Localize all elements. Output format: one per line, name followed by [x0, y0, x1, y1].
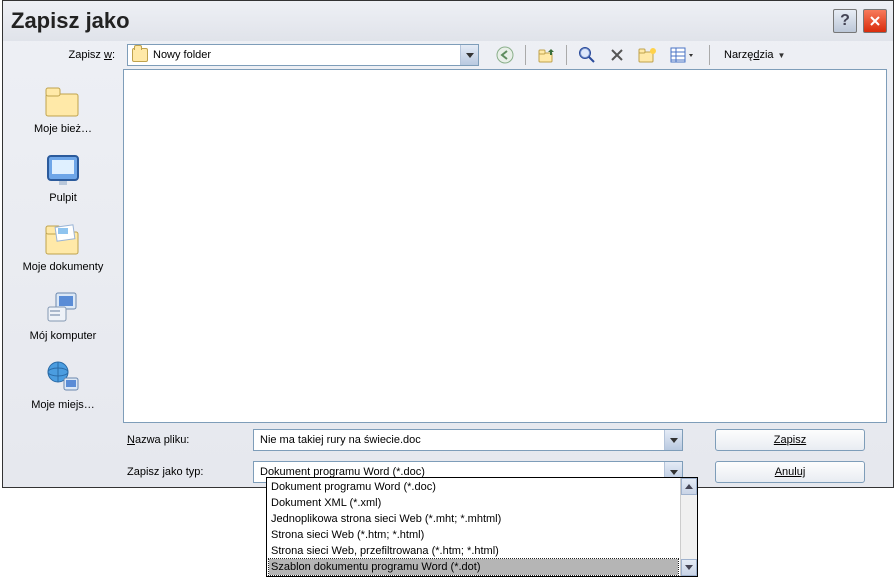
filename-label: Nazwa pliku: [123, 434, 253, 446]
close-button[interactable] [863, 9, 887, 33]
dialog-title: Zapisz jako [11, 8, 130, 34]
delete-button[interactable] [607, 45, 627, 65]
file-list[interactable] [123, 69, 887, 423]
chevron-down-icon[interactable] [460, 45, 478, 65]
scroll-down-button[interactable] [681, 559, 697, 576]
place-my-network[interactable]: Moje miejs… [9, 353, 117, 418]
up-one-level-button[interactable] [536, 45, 556, 65]
folder-icon [132, 48, 148, 62]
toolbar-icons: Narzędzia ▼ [495, 45, 789, 65]
place-my-documents[interactable]: Moje dokumenty [9, 215, 117, 280]
location-bar: Zapisz w: Nowy folder [3, 41, 893, 69]
places-bar: Moje bież… Pulpit Moje dokumenty Mój kom… [3, 69, 123, 487]
place-desktop[interactable]: Pulpit [9, 146, 117, 211]
titlebar: Zapisz jako ? [3, 1, 893, 41]
save-as-dialog: Zapisz jako ? Zapisz w: Nowy folder [2, 0, 894, 488]
chevron-down-icon[interactable] [664, 430, 682, 450]
listbox-scrollbar[interactable] [680, 478, 697, 576]
type-option[interactable]: Dokument programu Word (*.doc) [269, 479, 678, 495]
tools-menu[interactable]: Narzędzia ▼ [720, 47, 789, 63]
type-option[interactable]: Dokument XML (*.xml) [269, 495, 678, 511]
save-as-type-listbox[interactable]: Dokument programu Word (*.doc)Dokument X… [266, 477, 698, 577]
place-recent[interactable]: Moje bież… [9, 77, 117, 142]
save-as-type-label: Zapisz jako typ: [123, 466, 253, 478]
type-option[interactable]: Strona sieci Web (*.htm; *.html) [269, 527, 678, 543]
search-web-button[interactable] [577, 45, 597, 65]
back-button[interactable] [495, 45, 515, 65]
save-in-dropdown[interactable]: Nowy folder [127, 44, 479, 66]
filename-input[interactable]: Nie ma takiej rury na świecie.doc [253, 429, 683, 451]
save-in-label: Zapisz w: [9, 49, 121, 61]
type-option[interactable]: Strona sieci Web, przefiltrowana (*.htm;… [269, 543, 678, 559]
type-option[interactable]: Jednoplikowa strona sieci Web (*.mht; *.… [269, 511, 678, 527]
scroll-up-button[interactable] [681, 478, 697, 495]
help-button[interactable]: ? [833, 9, 857, 33]
new-folder-button[interactable] [637, 45, 657, 65]
place-my-computer[interactable]: Mój komputer [9, 284, 117, 349]
cancel-button[interactable]: Anuluj [715, 461, 865, 483]
save-button[interactable]: Zapisz [715, 429, 865, 451]
save-in-value: Nowy folder [153, 49, 211, 61]
type-option[interactable]: Szablon dokumentu programu Word (*.dot) [269, 559, 678, 575]
views-button[interactable] [667, 45, 699, 65]
